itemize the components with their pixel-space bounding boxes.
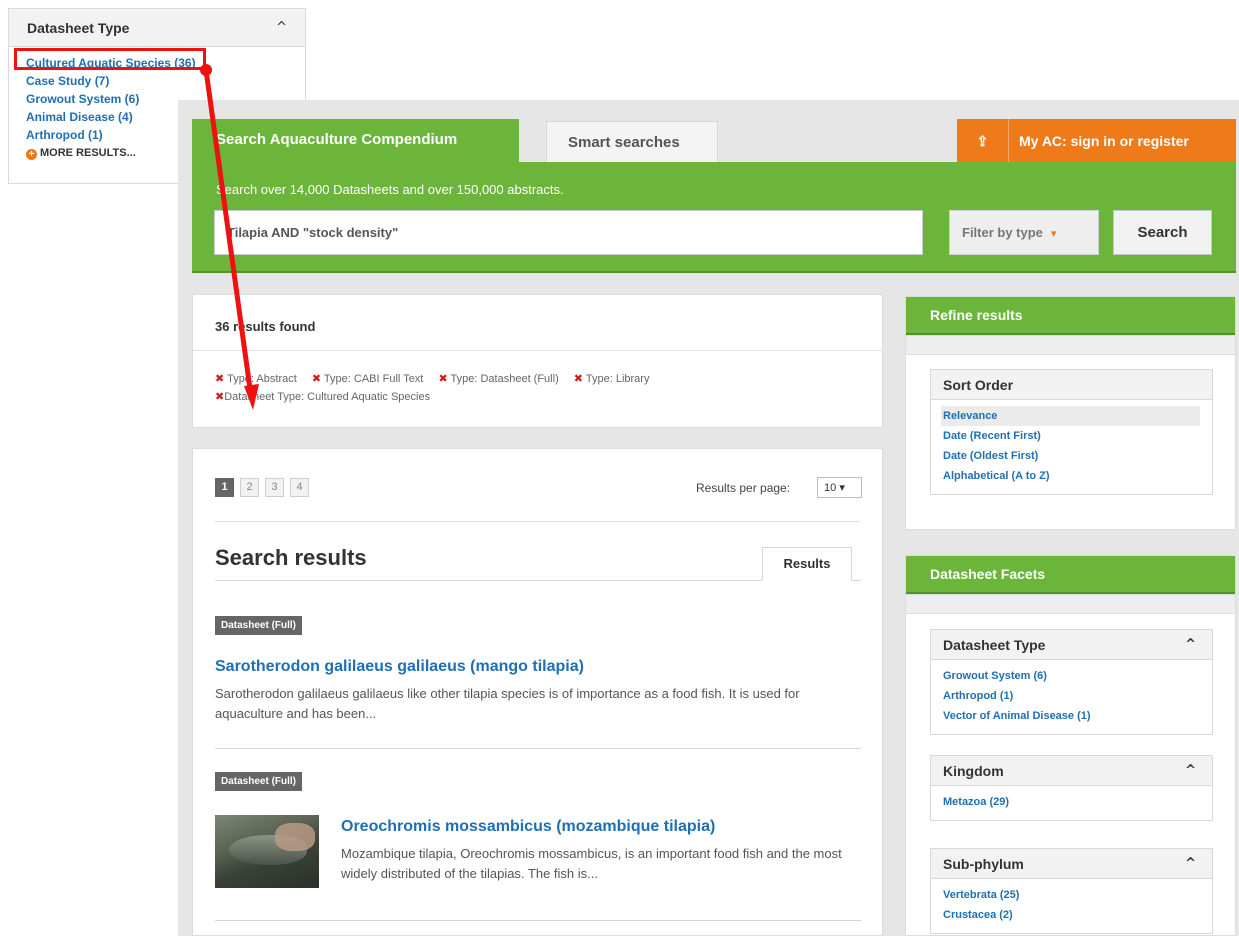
results-summary-box: 36 results found ✖ Type: Abstract ✖ Type… — [192, 294, 883, 428]
callout-facet-header[interactable]: Datasheet Type ^ — [9, 9, 305, 47]
pagination: 1 2 3 4 — [215, 478, 309, 497]
chevron-down-icon: ▾ — [1050, 227, 1057, 240]
page-button[interactable]: 4 — [290, 478, 309, 497]
result-thumbnail[interactable] — [215, 815, 319, 888]
search-panel: Search over 14,000 Datasheets and over 1… — [192, 162, 1236, 273]
page-button[interactable]: 3 — [265, 478, 284, 497]
results-per-page-label: Results per page: — [696, 481, 791, 495]
sort-order-header: Sort Order — [931, 370, 1212, 400]
facet-title: Sub-phylum — [943, 855, 1024, 872]
results-per-page-value: 10 — [824, 482, 837, 494]
active-filter-chip[interactable]: ✖ Type: Datasheet (Full) — [438, 372, 559, 385]
filter-text: Type: CABI Full Text — [323, 373, 424, 385]
chevron-up-icon[interactable]: ^ — [1185, 856, 1196, 871]
filter-text: Type: Datasheet (Full) — [450, 373, 559, 385]
facet-list: Growout System (6) Arthropod (1) Vector … — [931, 660, 1212, 734]
result-title-link[interactable]: Oreochromis mossambicus (mozambique tila… — [341, 818, 715, 836]
filter-text: Datasheet Type: Cultured Aquatic Species — [224, 391, 431, 403]
result-type-badge: Datasheet (Full) — [215, 616, 303, 635]
facet-box: Sub-phylum ^ Vertebrata (25) Crustacea (2… — [930, 848, 1213, 934]
results-list-box: 1 2 3 4 Results per page: 10 ▾ Search re… — [192, 448, 883, 936]
page-button[interactable]: 1 — [215, 478, 234, 497]
facet-title: Datasheet Type — [943, 636, 1046, 653]
remove-filter-icon[interactable]: ✖ — [312, 372, 321, 385]
results-count: 36 results found — [215, 319, 316, 334]
remove-filter-icon[interactable]: ✖ — [574, 372, 583, 385]
remove-filter-icon[interactable]: ✖ — [438, 372, 447, 385]
facet-item[interactable]: Arthropod (1) — [943, 686, 1212, 706]
filter-text: Type: Library — [585, 373, 650, 385]
facet-list: Vertebrata (25) Crustacea (2) — [931, 879, 1212, 933]
sort-option[interactable]: Date (Recent First) — [943, 426, 1212, 446]
filter-by-type-dropdown[interactable]: Filter by type ▾ — [949, 210, 1099, 255]
refine-results-header: Refine results — [906, 297, 1235, 335]
hand-shape — [275, 823, 315, 851]
page-button[interactable]: 2 — [240, 478, 259, 497]
divider — [215, 748, 861, 749]
account-signin-label: My AC: sign in or register — [1019, 133, 1189, 149]
panel-separator — [906, 335, 1235, 355]
account-signin-button[interactable]: ⇪ My AC: sign in or register — [957, 119, 1236, 163]
refine-results-panel: Refine results Sort Order Relevance Date… — [905, 296, 1236, 530]
result-type-badge: Datasheet (Full) — [215, 772, 303, 791]
datasheet-facets-panel: Datasheet Facets Datasheet Type ^ Growout… — [905, 555, 1236, 936]
facet-item[interactable]: Crustacea (2) — [943, 905, 1212, 925]
search-input[interactable]: Tilapia AND "stock density" — [214, 210, 923, 255]
divider — [215, 920, 861, 921]
facet-header[interactable]: Kingdom ^ — [931, 756, 1212, 786]
chevron-up-icon[interactable]: ^ — [1185, 763, 1196, 778]
facet-item[interactable]: Vertebrata (25) — [943, 885, 1212, 905]
facet-box: Kingdom ^ Metazoa (29) — [930, 755, 1213, 821]
divider — [215, 521, 861, 522]
active-filters: ✖ Type: Abstract ✖ Type: CABI Full Text … — [215, 370, 855, 406]
more-results-label: MORE RESULTS... — [40, 147, 136, 159]
active-filter-chip[interactable]: ✖ Type: Library — [574, 372, 650, 385]
tab-search-compendium[interactable]: Search Aquaculture Compendium — [192, 119, 519, 163]
result-title-link[interactable]: Sarotherodon galilaeus galilaeus (mango … — [215, 658, 584, 676]
filter-label: Filter by type — [962, 225, 1043, 240]
divider — [193, 350, 882, 351]
chevron-up-icon[interactable]: ^ — [276, 20, 287, 35]
sort-order-title: Sort Order — [943, 376, 1014, 393]
remove-filter-icon[interactable]: ✖ — [215, 372, 224, 385]
plus-circle-icon: + — [26, 149, 37, 160]
tab-results[interactable]: Results — [762, 547, 852, 581]
panel-separator — [906, 594, 1235, 614]
result-description: Sarotherodon galilaeus galilaeus like ot… — [215, 686, 800, 721]
active-filter-chip[interactable]: ✖ Type: Abstract — [215, 372, 297, 385]
results-per-page-select[interactable]: 10 ▾ — [817, 477, 862, 498]
sort-option[interactable]: Alphabetical (A to Z) — [943, 466, 1212, 486]
search-results-heading: Search results — [215, 545, 367, 570]
facet-header[interactable]: Sub-phylum ^ — [931, 849, 1212, 879]
facet-item[interactable]: Growout System (6) — [943, 666, 1212, 686]
filter-text: Type: Abstract — [227, 373, 297, 385]
chevron-up-icon[interactable]: ^ — [1185, 637, 1196, 652]
datasheet-facets-header: Datasheet Facets — [906, 556, 1235, 594]
active-filter-chip[interactable]: ✖ Type: CABI Full Text — [312, 372, 424, 385]
facet-item[interactable]: Vector of Animal Disease (1) — [943, 706, 1212, 726]
sort-order-box: Sort Order Relevance Date (Recent First)… — [930, 369, 1213, 495]
upload-icon: ⇪ — [957, 119, 1009, 163]
facet-box: Datasheet Type ^ Growout System (6) Arthr… — [930, 629, 1213, 735]
chevron-down-icon: ▾ — [839, 482, 845, 494]
annotation-highlight-box — [14, 48, 206, 70]
facet-header[interactable]: Datasheet Type ^ — [931, 630, 1212, 660]
result-description: Mozambique tilapia, Oreochromis mossambi… — [341, 846, 842, 881]
tab-smart-searches[interactable]: Smart searches — [546, 121, 718, 163]
search-subtitle: Search over 14,000 Datasheets and over 1… — [216, 182, 564, 197]
facet-list: Metazoa (29) — [931, 786, 1212, 820]
remove-filter-icon[interactable]: ✖ — [215, 390, 224, 403]
active-filter-chip[interactable]: ✖Datasheet Type: Cultured Aquatic Specie… — [215, 390, 431, 403]
facet-title: Kingdom — [943, 762, 1004, 779]
facet-item[interactable]: Metazoa (29) — [943, 792, 1212, 812]
sort-option[interactable]: Date (Oldest First) — [943, 446, 1212, 466]
sort-options-list: Relevance Date (Recent First) Date (Olde… — [931, 400, 1212, 494]
search-button[interactable]: Search — [1113, 210, 1212, 255]
callout-facet-item[interactable]: Case Study (7) — [26, 72, 305, 90]
sort-option[interactable]: Relevance — [941, 406, 1200, 426]
callout-facet-title: Datasheet Type — [27, 19, 130, 36]
